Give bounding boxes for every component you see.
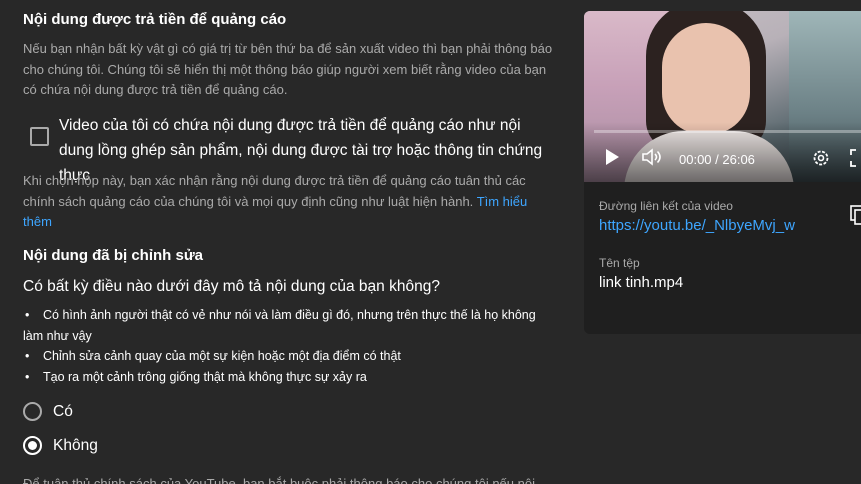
video-time: 00:00 / 26:06: [679, 152, 755, 167]
video-player[interactable]: 00:00 / 26:06: [584, 11, 861, 182]
video-link[interactable]: https://youtu.be/_NlbyeMvj_w: [599, 217, 795, 234]
fullscreen-icon[interactable]: [849, 148, 861, 173]
sponsored-note: Khi chọn hộp này, bạn xác nhận rằng nội …: [23, 171, 558, 233]
settings-icon[interactable]: [811, 148, 831, 173]
volume-icon[interactable]: [642, 148, 664, 171]
video-person-face: [662, 23, 750, 135]
altered-question: Có bất kỳ điều nào dưới đây mô tả nội du…: [23, 278, 440, 295]
sponsored-checkbox[interactable]: [30, 127, 49, 146]
altered-bullet-list: Có hình ảnh người thật có vẻ như nói và …: [23, 305, 558, 387]
copy-icon[interactable]: [850, 205, 861, 232]
page: Nội dung được trả tiền để quảng cáo Nếu …: [0, 0, 861, 484]
video-link-label: Đường liên kết của video: [599, 199, 733, 213]
radio-no-label[interactable]: Không: [53, 437, 98, 455]
video-details-card: 00:00 / 26:06 Đường liên kết của video h…: [584, 11, 861, 334]
play-icon[interactable]: [604, 148, 620, 171]
list-item: làm như vậy: [23, 328, 92, 343]
filename-label: Tên tệp: [599, 256, 640, 270]
sponsored-description: Nếu bạn nhận bất kỳ vật gì có giá trị từ…: [23, 41, 553, 97]
radio-no[interactable]: [23, 436, 42, 455]
policy-text: Để tuân thủ chính sách của YouTube, bạn …: [23, 476, 535, 484]
sponsored-title: Nội dung được trả tiền để quảng cáo: [23, 11, 287, 28]
list-item: Có hình ảnh người thật có vẻ như nói và …: [23, 305, 558, 326]
altered-title: Nội dung đã bị chỉnh sửa: [23, 247, 204, 264]
filename: link tinh.mp4: [599, 274, 684, 291]
radio-yes[interactable]: [23, 402, 42, 421]
list-item: Tạo ra một cảnh trông giống thật mà khôn…: [23, 367, 558, 388]
sponsored-note-text: Khi chọn hộp này, bạn xác nhận rằng nội …: [23, 173, 526, 209]
radio-yes-label[interactable]: Có: [53, 403, 73, 421]
list-item: Chỉnh sửa cảnh quay của một sự kiện hoặc…: [23, 346, 558, 367]
video-progress-bar[interactable]: [594, 130, 861, 133]
